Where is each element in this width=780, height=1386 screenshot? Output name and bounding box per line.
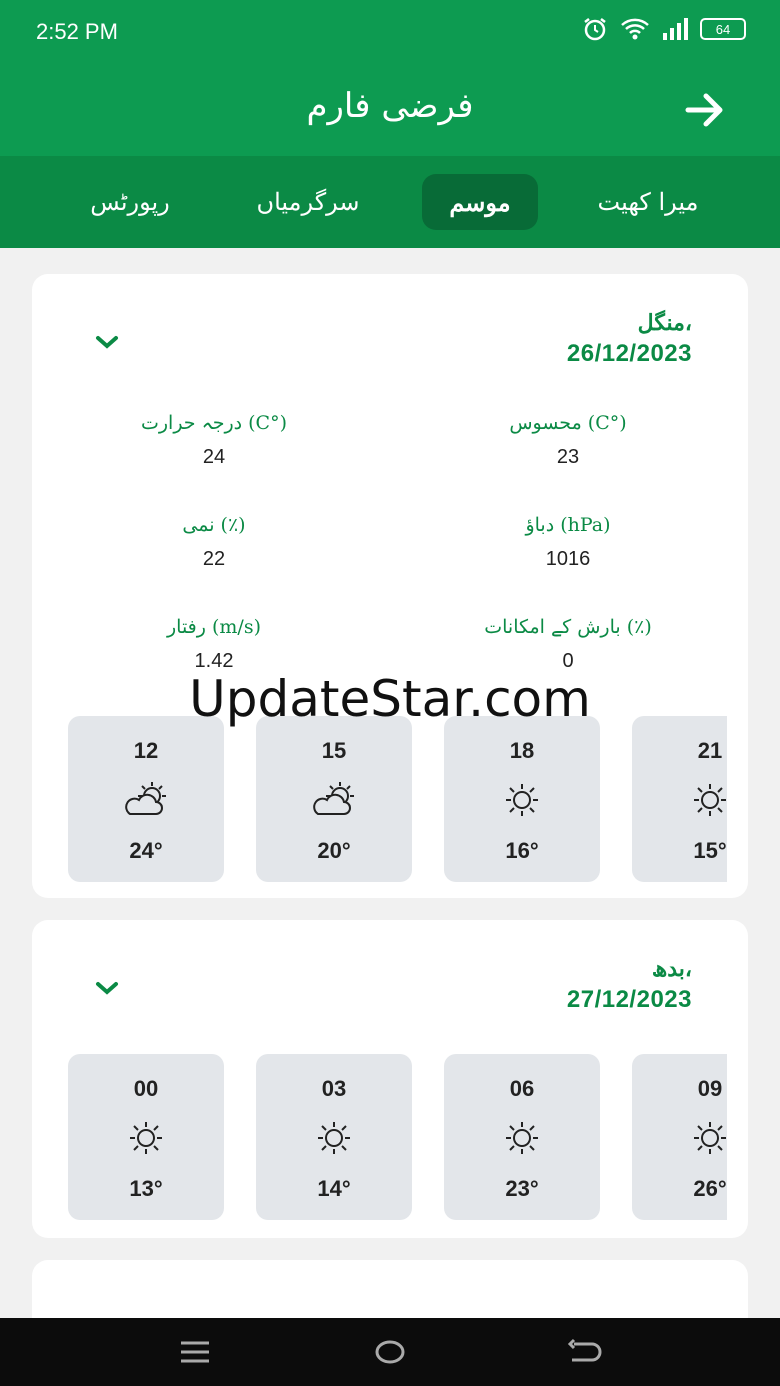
hour-time: 09 <box>697 1076 723 1101</box>
day-card <box>32 1260 748 1318</box>
metric-label: بارش کے امکانات (٪) <box>484 616 652 638</box>
hour-time: 18 <box>509 738 535 763</box>
chevron-down-icon[interactable] <box>90 330 124 354</box>
sun-icon <box>694 1122 726 1154</box>
sun-icon <box>506 1122 538 1154</box>
app-bar: فرضی فارم <box>0 62 780 156</box>
home-icon[interactable] <box>372 1338 408 1366</box>
day-date: 26/12/2023 <box>566 340 692 367</box>
alarm-icon <box>584 18 606 41</box>
hour-tile[interactable]: 00 13° <box>68 1054 224 1220</box>
page-title: فرضی فارم <box>306 86 474 126</box>
tab-my-field[interactable]: میرا کھیت <box>590 174 706 230</box>
metric-label: دباؤ (hPa) <box>525 514 611 536</box>
hourly-forecast[interactable]: 00 13° 03 14° 06 23° 09 26° <box>68 1054 727 1222</box>
status-time: 2:52 PM <box>36 19 118 44</box>
metric-value: 22 <box>202 548 226 570</box>
menu-icon[interactable] <box>177 1338 213 1366</box>
sun-icon <box>506 784 538 816</box>
hour-tile[interactable]: 18 16° <box>444 716 600 882</box>
hour-temp: 24° <box>129 838 163 863</box>
day-card: منگل، 26/12/2023 درجہ حرارت (C°) 24 محسو… <box>32 274 748 898</box>
metric-humidity: نمی (٪) 22 <box>94 514 334 571</box>
hour-time: 21 <box>697 738 723 763</box>
tab-activities[interactable]: سرگرمیاں <box>250 174 366 230</box>
day-card: بدھ، 27/12/2023 00 13° 03 14° 06 23° 09 … <box>32 920 748 1238</box>
hour-temp: 23° <box>505 1176 539 1201</box>
metric-label: محسوس (C°) <box>509 412 627 434</box>
hour-time: 15 <box>321 738 347 763</box>
metric-value: 0 <box>562 650 574 672</box>
metric-label: رفتار (m/s) <box>166 616 261 638</box>
hour-tile[interactable]: 03 14° <box>256 1054 412 1220</box>
arrow-right-icon[interactable] <box>684 90 728 130</box>
hour-temp: 13° <box>129 1176 163 1201</box>
sun-icon <box>130 1122 162 1154</box>
metric-pressure: دباؤ (hPa) 1016 <box>448 514 688 571</box>
day-name: بدھ، <box>651 956 692 982</box>
hour-temp: 14° <box>317 1176 351 1201</box>
sun-icon <box>694 784 726 816</box>
hour-temp: 26° <box>693 1176 727 1201</box>
hour-time: 00 <box>133 1076 159 1101</box>
sun-icon <box>318 1122 350 1154</box>
hour-time: 12 <box>133 738 159 763</box>
hour-temp: 15° <box>693 838 727 863</box>
hour-tile[interactable]: 15 20° <box>256 716 412 882</box>
metric-value: 23 <box>556 446 580 468</box>
chevron-down-icon[interactable] <box>90 976 124 1000</box>
tab-bar: میرا کھیت موسم سرگرمیاں رپورٹس <box>0 156 780 248</box>
hour-tile[interactable]: 06 23° <box>444 1054 600 1220</box>
tab-reports[interactable]: رپورٹس <box>72 174 188 230</box>
hour-tile[interactable]: 12 24° <box>68 716 224 882</box>
metric-feels-like: محسوس (C°) 23 <box>448 412 688 469</box>
metric-wind-speed: رفتار (m/s) 1.42 <box>94 616 334 673</box>
hour-tile[interactable]: 09 26° <box>632 1054 727 1220</box>
tab-weather[interactable]: موسم <box>422 174 538 230</box>
status-bar: 2:52 PM 64 <box>0 0 780 62</box>
metric-value: 1016 <box>545 548 591 570</box>
battery-icon: 64 <box>700 18 746 40</box>
metric-label: درجہ حرارت (C°) <box>140 412 288 434</box>
day-name: منگل، <box>637 310 692 336</box>
hour-temp: 20° <box>317 838 351 863</box>
hour-time: 03 <box>321 1076 347 1101</box>
metric-temperature: درجہ حرارت (C°) 24 <box>94 412 334 469</box>
back-icon[interactable] <box>566 1338 602 1366</box>
partly-cloudy-icon <box>313 782 354 815</box>
hour-time: 06 <box>509 1076 535 1101</box>
status-icons: 64 <box>582 16 746 42</box>
system-nav-bar <box>0 1318 780 1386</box>
hour-temp: 16° <box>505 838 539 863</box>
wifi-icon <box>621 18 649 40</box>
metric-rain-chance: بارش کے امکانات (٪) 0 <box>448 616 688 673</box>
partly-cloudy-icon <box>125 782 166 815</box>
day-date: 27/12/2023 <box>566 986 692 1013</box>
metric-label: نمی (٪) <box>182 514 246 536</box>
weather-list[interactable]: منگل، 26/12/2023 درجہ حرارت (C°) 24 محسو… <box>0 248 780 1318</box>
hourly-forecast[interactable]: 12 24° 15 20° 18 16° 21 15° <box>68 716 727 884</box>
metric-value: 24 <box>202 446 226 468</box>
signal-icon <box>663 18 688 40</box>
metric-value: 1.42 <box>194 650 234 672</box>
hour-tile[interactable]: 21 15° <box>632 716 727 882</box>
